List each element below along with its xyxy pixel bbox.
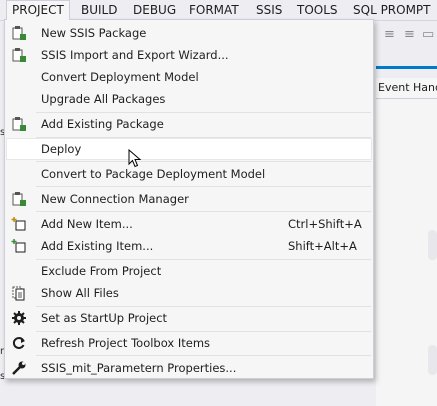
menu-item-project-properties[interactable]: SSIS_mit_Parametern Properties...	[6, 357, 372, 379]
ssis-package-icon	[11, 116, 27, 132]
shortcut-text: Shift+Alt+A	[288, 239, 357, 253]
menu-separator	[36, 161, 371, 162]
scroll-handle[interactable]	[428, 345, 437, 375]
menu-item-exclude-from-project[interactable]: Exclude From Project	[6, 260, 372, 282]
menu-item-add-new-item[interactable]: Add New Item... Ctrl+Shift+A	[6, 213, 372, 235]
gear-icon	[11, 310, 27, 326]
menu-item-upgrade-all-packages[interactable]: Upgrade All Packages	[6, 88, 372, 110]
wrench-icon	[11, 360, 27, 376]
add-existing-item-icon	[11, 238, 27, 254]
menu-build[interactable]: BUILD	[76, 0, 122, 20]
tab-label: Event Handl	[378, 81, 437, 94]
toolbar-button-icon[interactable]: ▭	[422, 27, 434, 42]
align-icon[interactable]: ≡	[404, 27, 415, 42]
menu-item-convert-to-package-deployment[interactable]: Convert to Package Deployment Model	[6, 163, 372, 185]
ssis-package-icon	[11, 25, 27, 41]
menu-separator	[36, 211, 371, 212]
mouse-cursor-icon	[128, 148, 142, 172]
tab-event-handlers[interactable]: Event Handl	[376, 78, 437, 99]
editor-toolbar: ≡ ≡ ▭	[376, 21, 437, 47]
menu-item-refresh-toolbox[interactable]: Refresh Project Toolbox Items	[6, 332, 372, 354]
menu-item-add-existing-item[interactable]: Add Existing Item... Shift+Alt+A	[6, 235, 372, 257]
menu-sql-prompt[interactable]: SQL PROMPT	[348, 0, 436, 20]
align-icon[interactable]: ≡	[384, 27, 395, 42]
ssis-package-icon	[11, 47, 27, 63]
menu-item-import-export-wizard[interactable]: SSIS Import and Export Wizard...	[6, 44, 372, 66]
add-new-item-icon	[11, 216, 27, 232]
document-accent-bar	[376, 66, 437, 69]
scroll-handle[interactable]	[428, 230, 437, 260]
project-menu-dropdown: New SSIS Package SSIS Import and Export …	[4, 19, 374, 379]
menu-item-set-startup-project[interactable]: Set as StartUp Project	[6, 307, 372, 329]
menu-ssis[interactable]: SSIS	[251, 0, 287, 20]
menu-separator	[36, 355, 371, 356]
menu-item-convert-deployment-model[interactable]: Convert Deployment Model	[6, 66, 372, 88]
menu-debug[interactable]: DEBUG	[128, 0, 181, 20]
show-all-files-icon	[11, 285, 27, 301]
menu-project[interactable]: PROJECT	[6, 0, 70, 20]
refresh-icon	[11, 335, 27, 351]
menu-item-deploy[interactable]: Deploy	[6, 138, 372, 160]
shortcut-text: Ctrl+Shift+A	[288, 217, 362, 231]
menu-item-add-existing-package[interactable]: Add Existing Package	[6, 113, 372, 135]
menu-format[interactable]: FORMAT	[184, 0, 244, 20]
menu-item-new-ssis-package[interactable]: New SSIS Package	[6, 22, 372, 44]
menu-tools[interactable]: TOOLS	[292, 0, 343, 20]
menu-bar: PROJECT BUILD DEBUG FORMAT SSIS TOOLS SQ…	[0, 0, 437, 21]
ssis-package-icon	[11, 191, 27, 207]
menu-item-new-connection-manager[interactable]: New Connection Manager	[6, 188, 372, 210]
menu-separator	[36, 186, 371, 187]
menu-item-show-all-files[interactable]: Show All Files	[6, 282, 372, 304]
